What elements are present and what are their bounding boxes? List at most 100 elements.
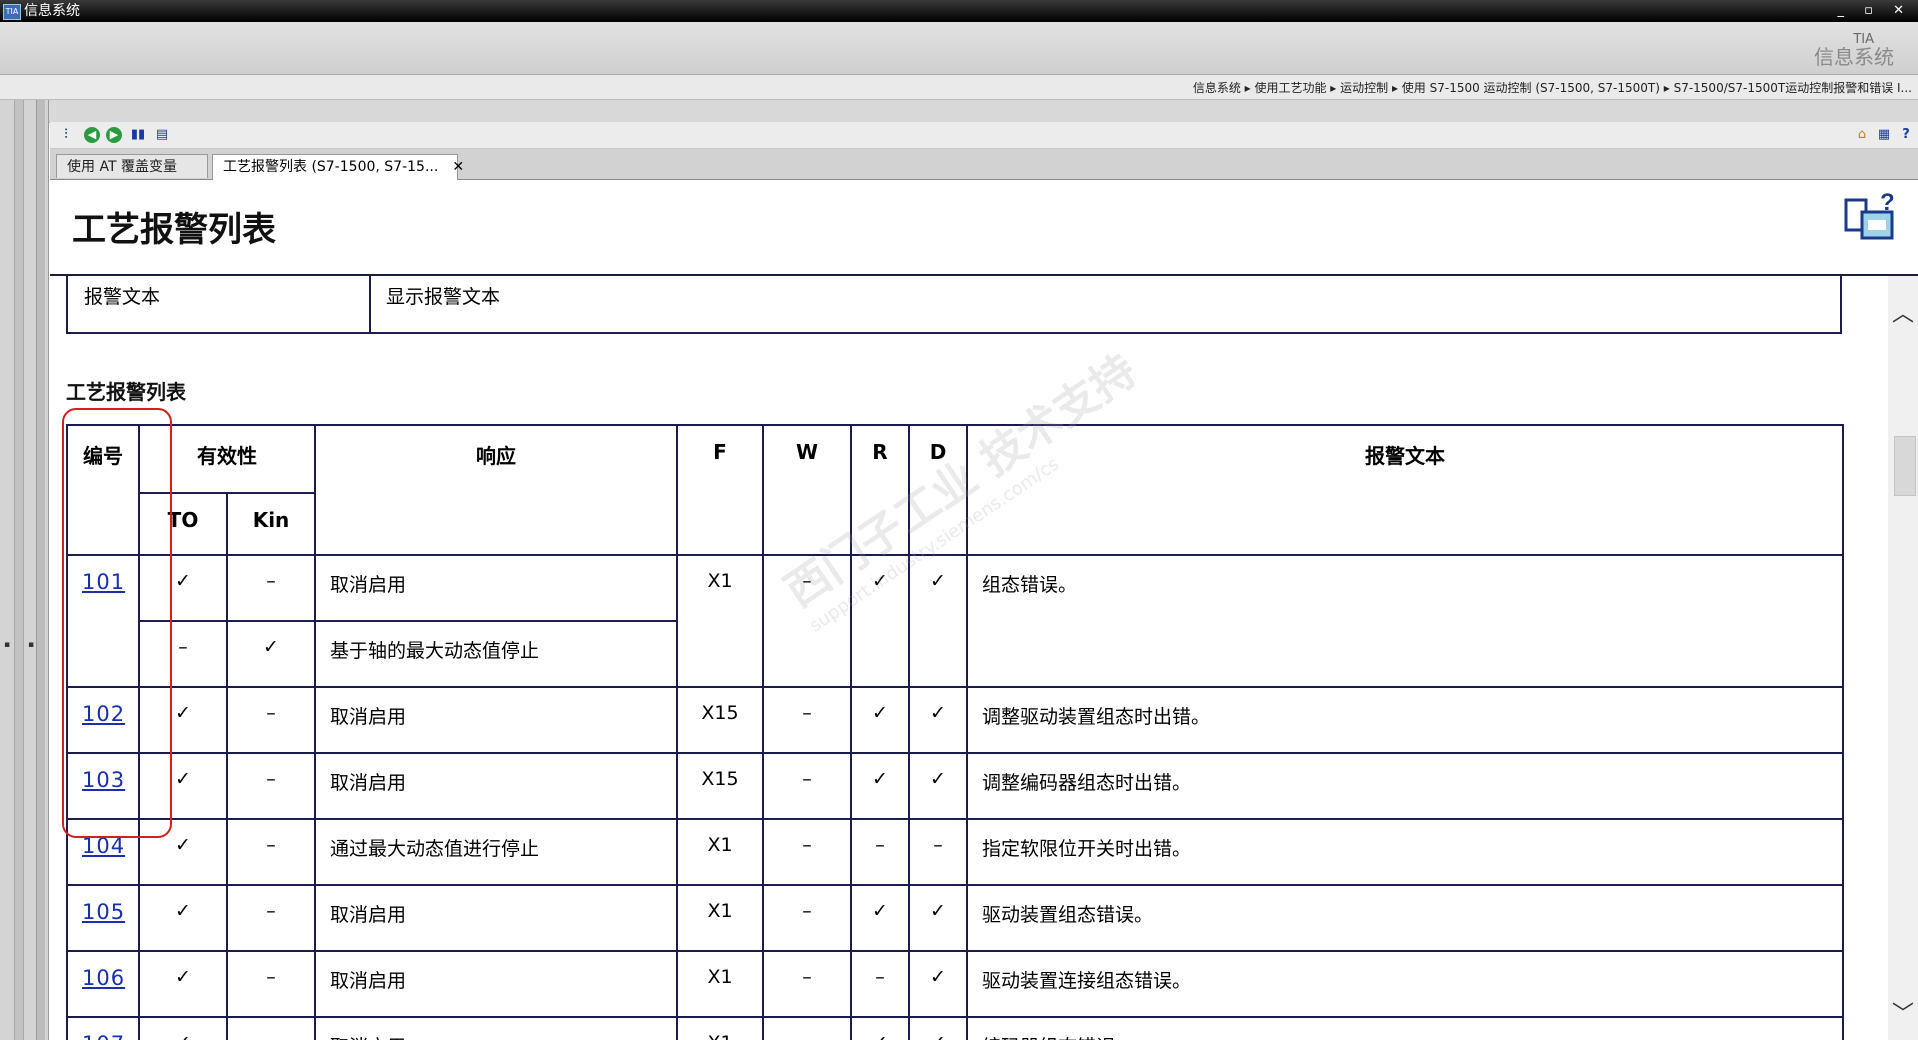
- w-cell: –: [762, 950, 852, 1018]
- vertical-tab-icon[interactable]: ▪: [0, 640, 12, 650]
- sub-band: [0, 100, 1918, 123]
- header-kin: Kin: [226, 492, 316, 556]
- alarm-number-link[interactable]: 107: [82, 1032, 125, 1040]
- kin-cell: –: [226, 950, 316, 1018]
- scroll-down-icon[interactable]: ﹀: [1890, 996, 1916, 1027]
- alarm-number-cell: 103: [66, 752, 140, 820]
- d-cell: ✓: [908, 554, 968, 688]
- d-cell: ✓: [908, 1016, 968, 1040]
- kin-cell: –: [226, 686, 316, 754]
- to-cell: ✓: [138, 818, 228, 886]
- alarm-number-cell: 105: [66, 884, 140, 952]
- vertical-tab-icon-2[interactable]: ▪: [24, 640, 36, 650]
- alarm-number-link[interactable]: 104: [82, 834, 125, 858]
- alarm-text-cell: 组态错误。: [966, 554, 1844, 688]
- d-cell: ✓: [908, 686, 968, 754]
- library-icon[interactable]: ▮▮: [130, 127, 146, 143]
- export-icon[interactable]: ▤: [154, 127, 170, 143]
- r-cell: –: [850, 818, 910, 886]
- left-panel-strip: ▪ ▪: [0, 100, 49, 1040]
- alarm-number-cell: 101: [66, 554, 140, 688]
- forward-icon[interactable]: ▶: [106, 127, 122, 143]
- home-icon[interactable]: ⌂: [1854, 127, 1870, 143]
- left-strip-b[interactable]: [36, 100, 45, 1040]
- breadcrumb[interactable]: 信息系统 ▸ 使用工艺功能 ▸ 运动控制 ▸ 使用 S7-1500 运动控制 (…: [1193, 79, 1912, 96]
- to-cell: ✓: [138, 950, 228, 1018]
- tia-logo-text: 信息系统: [1814, 45, 1894, 69]
- alarm-number-link[interactable]: 101: [82, 570, 125, 594]
- f-cell: X1: [676, 818, 764, 886]
- content-pane: 工艺报警列表 ? 报警文本 显示报警文本 工艺报警列表 编号 有效性 响应 F …: [50, 180, 1918, 1040]
- tab-bar: 使用 AT 覆盖变量 工艺报警列表 (S7-1500, S7-15... ✕: [50, 149, 1918, 180]
- header-band: TIA 信息系统: [0, 22, 1918, 75]
- f-cell: X1: [676, 1016, 764, 1040]
- f-cell: X15: [676, 686, 764, 754]
- f-cell: X1: [676, 950, 764, 1018]
- w-cell: –: [762, 818, 852, 886]
- tab-alarm-list[interactable]: 工艺报警列表 (S7-1500, S7-15... ✕: [212, 154, 464, 180]
- w-cell: –: [762, 884, 852, 952]
- svg-text:?: ?: [1880, 190, 1895, 216]
- section-title: 工艺报警列表: [66, 380, 186, 404]
- header-response: 响应: [314, 424, 678, 556]
- header-f: F: [676, 424, 764, 556]
- to-cell: ✓: [138, 554, 228, 622]
- tia-logo: TIA 信息系统: [1814, 33, 1894, 69]
- response-cell: 取消启用: [314, 884, 678, 952]
- to-cell: ✓: [138, 752, 228, 820]
- alarm-number-cell: 104: [66, 818, 140, 886]
- alarm-number-link[interactable]: 102: [82, 702, 125, 726]
- kin-cell: –: [226, 554, 316, 622]
- kin-cell: ✓: [226, 620, 316, 688]
- response-cell: 取消启用: [314, 554, 678, 622]
- print-icon[interactable]: ▦: [1876, 127, 1892, 143]
- tab-at-overlay[interactable]: 使用 AT 覆盖变量: [56, 154, 208, 178]
- header-to: TO: [138, 492, 228, 556]
- breadcrumb-bar: 信息系统 ▸ 使用工艺功能 ▸ 运动控制 ▸ 使用 S7-1500 运动控制 (…: [0, 75, 1918, 100]
- response-cell: 取消启用: [314, 1016, 678, 1040]
- context-help-icon[interactable]: ?: [1844, 189, 1896, 242]
- close-icon[interactable]: ✕: [452, 159, 464, 175]
- alarm-number-link[interactable]: 105: [82, 900, 125, 924]
- f-cell: X1: [676, 554, 764, 688]
- header-number: 编号: [66, 424, 140, 556]
- scroll-thumb[interactable]: [1894, 436, 1916, 496]
- r-cell: ✓: [850, 554, 910, 688]
- scroll-up-icon[interactable]: ︿: [1890, 296, 1916, 327]
- table-row: 103 ✓ – 取消启用 X15 – ✓ ✓ 调整编码器组态时出错。: [66, 752, 1844, 820]
- back-icon[interactable]: ◀: [84, 127, 100, 143]
- table-row: 107 ✓ – 取消启用 X1 – ✓ ✓ 编码器组态错误。: [66, 1016, 1844, 1040]
- tree-icon[interactable]: ⫶: [58, 127, 74, 143]
- d-cell: –: [908, 818, 968, 886]
- table-row: 104 ✓ – 通过最大动态值进行停止 X1 – – – 指定软限位开关时出错。: [66, 818, 1844, 886]
- tab-label: 工艺报警列表 (S7-1500, S7-15...: [223, 159, 439, 175]
- vertical-scrollbar[interactable]: ︿ ﹀: [1888, 276, 1918, 1040]
- alarm-text-cell: 驱动装置组态错误。: [966, 884, 1844, 952]
- header-r: R: [850, 424, 910, 556]
- w-cell: –: [762, 752, 852, 820]
- w-cell: –: [762, 1016, 852, 1040]
- d-cell: ✓: [908, 752, 968, 820]
- window-titlebar: TIA 信息系统 _ ▫ ✕: [0, 0, 1918, 22]
- document-scroll-area[interactable]: 报警文本 显示报警文本 工艺报警列表 编号 有效性 响应 F W R D 报警文…: [50, 276, 1918, 1040]
- window-controls[interactable]: _ ▫ ✕: [1838, 0, 1912, 22]
- to-cell: –: [138, 620, 228, 688]
- table-row: 106 ✓ – 取消启用 X1 – – ✓ 驱动装置连接组态错误。: [66, 950, 1844, 1018]
- alarm-text-cell: 驱动装置连接组态错误。: [966, 950, 1844, 1018]
- prev-cell-2: 显示报警文本: [386, 286, 501, 308]
- alarm-number-link[interactable]: 103: [82, 768, 125, 792]
- toolbar: ⫶ ◀ ▶ ▮▮ ▤ ⌂ ▦ ?: [50, 122, 1918, 149]
- alarm-text-cell: 指定软限位开关时出错。: [966, 818, 1844, 886]
- page-title: 工艺报警列表: [72, 210, 276, 250]
- help-icon[interactable]: ?: [1898, 127, 1914, 143]
- alarm-number-cell: 107: [66, 1016, 140, 1040]
- header-w: W: [762, 424, 852, 556]
- table-row: 105 ✓ – 取消启用 X1 – ✓ ✓ 驱动装置组态错误。: [66, 884, 1844, 952]
- r-cell: ✓: [850, 752, 910, 820]
- previous-table-end: 报警文本 显示报警文本: [66, 276, 1842, 334]
- alarm-number-link[interactable]: 106: [82, 966, 125, 990]
- w-cell: –: [762, 686, 852, 754]
- left-strip-a[interactable]: [14, 100, 24, 1040]
- prev-divider: [369, 276, 371, 332]
- r-cell: ✓: [850, 686, 910, 754]
